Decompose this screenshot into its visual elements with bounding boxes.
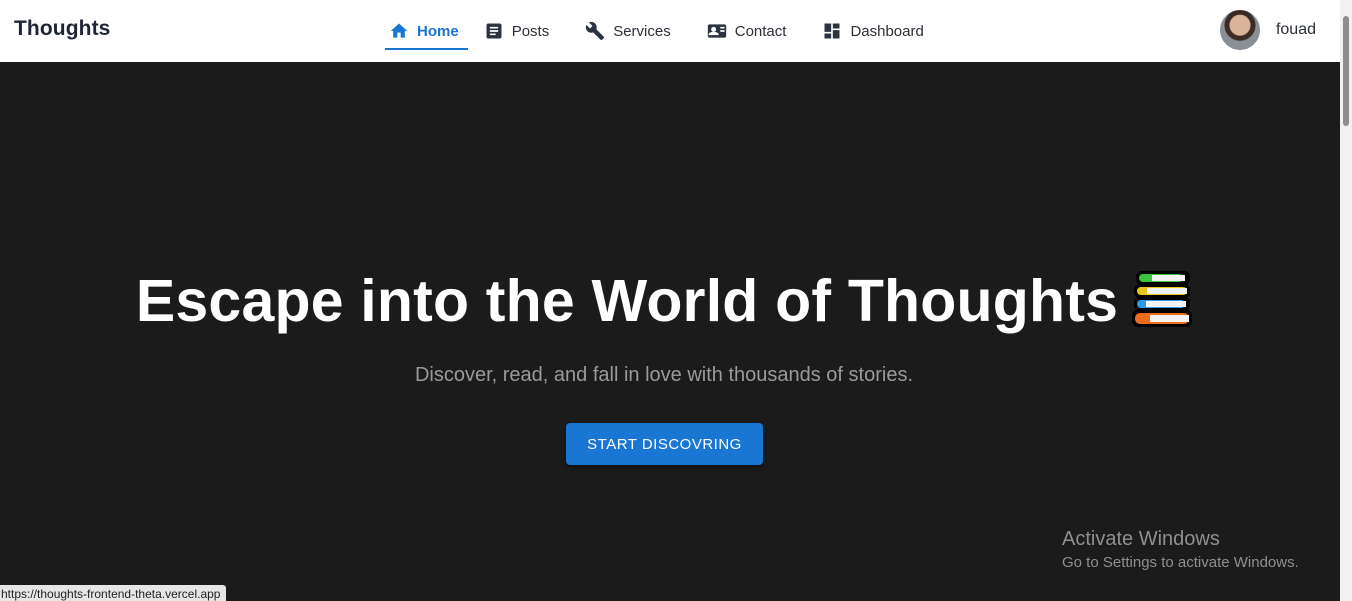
nav-services-label: Services xyxy=(613,22,671,40)
nav-home-label: Home xyxy=(417,22,459,40)
brand-logo[interactable]: Thoughts xyxy=(14,17,110,41)
start-discovering-button[interactable]: START DISCOVRING xyxy=(566,423,763,465)
page-scrollbar[interactable] xyxy=(1340,0,1352,601)
hero-title-text: Escape into the World of Thoughts xyxy=(135,268,1119,334)
books-icon xyxy=(1132,271,1193,327)
nav-home[interactable]: Home xyxy=(385,0,468,62)
nav-links: Home Posts Services Contact Dashboard xyxy=(385,0,936,62)
avatar[interactable] xyxy=(1219,10,1260,50)
watermark-subtitle: Go to Settings to activate Windows. xyxy=(1062,554,1299,571)
scrollbar-thumb[interactable] xyxy=(1343,16,1349,126)
top-navbar: Thoughts Home Posts Services Contact Das… xyxy=(0,0,1340,62)
nav-dashboard-label: Dashboard xyxy=(850,22,924,40)
hero-subtitle: Discover, read, and fall in love with th… xyxy=(414,364,914,386)
hero-title: Escape into the World of Thoughts xyxy=(0,267,1328,335)
dashboard-icon xyxy=(824,23,840,39)
windows-activation-watermark: Activate Windows Go to Settings to activ… xyxy=(1062,528,1299,571)
user-menu[interactable]: fouad xyxy=(1219,10,1316,50)
article-icon xyxy=(486,23,502,39)
home-icon xyxy=(390,23,408,38)
contact-card-icon xyxy=(707,24,726,38)
status-bar-url: https://thoughts-frontend-theta.vercel.a… xyxy=(0,585,227,601)
nav-posts[interactable]: Posts xyxy=(484,0,562,62)
nav-dashboard[interactable]: Dashboard xyxy=(822,0,935,62)
username: fouad xyxy=(1275,21,1316,38)
hero-section: Escape into the World of Thoughts Discov… xyxy=(0,62,1340,601)
nav-contact[interactable]: Contact xyxy=(707,0,799,62)
nav-contact-label: Contact xyxy=(734,22,787,40)
nav-services[interactable]: Services xyxy=(585,0,683,62)
watermark-title: Activate Windows xyxy=(1062,528,1220,550)
wrench-icon xyxy=(585,21,605,41)
nav-posts-label: Posts xyxy=(511,22,550,40)
